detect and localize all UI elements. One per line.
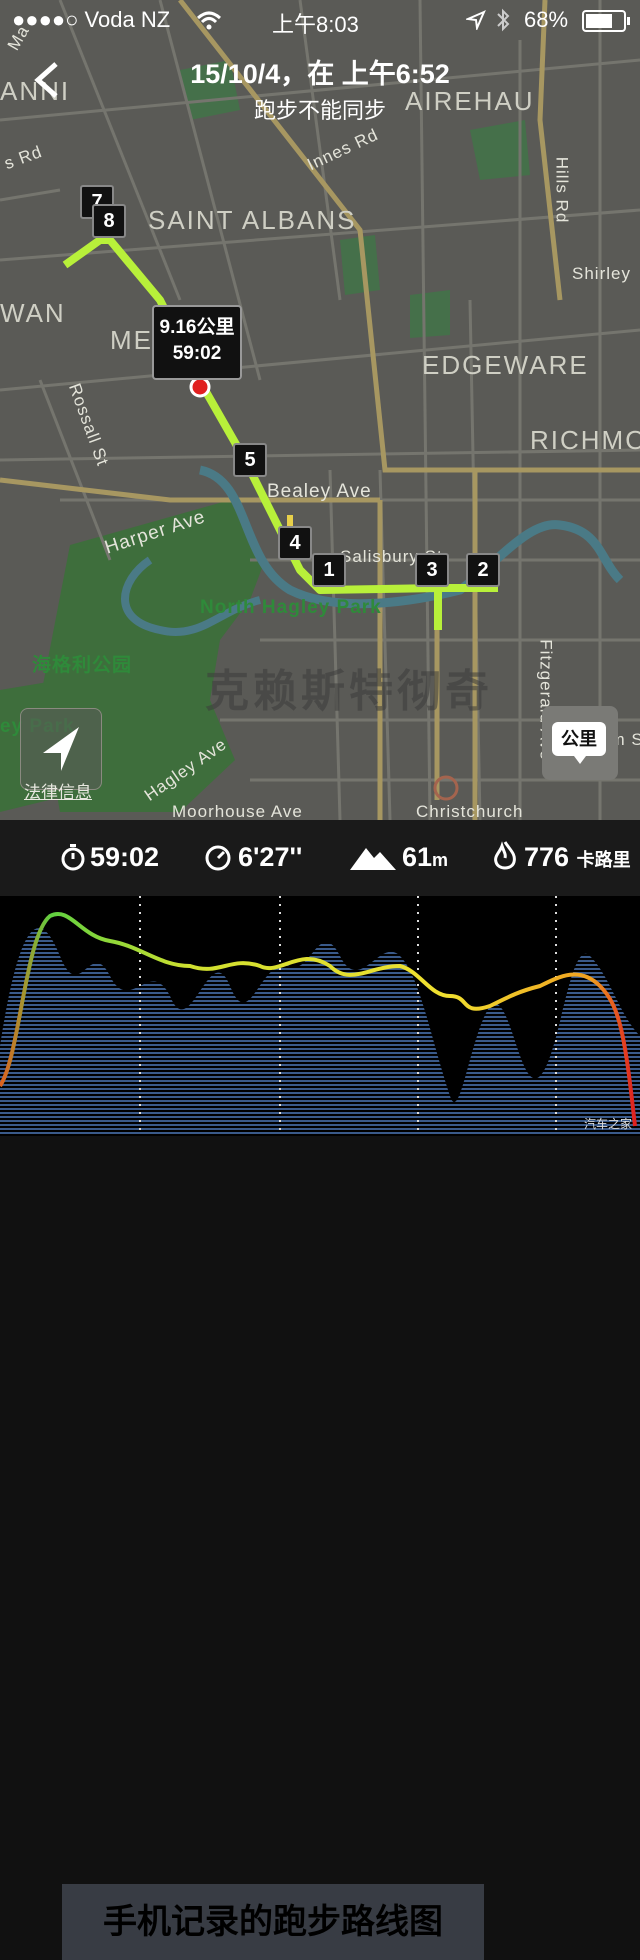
split-marker-2[interactable]: 2 — [466, 553, 500, 587]
calories-value: 776 — [524, 842, 570, 872]
battery-percent: 68% — [524, 7, 569, 32]
park-north-hagley: North Hagley Park — [200, 597, 382, 618]
mountain-icon — [350, 848, 396, 870]
location-arrow-icon — [43, 727, 79, 771]
city-watermark: 克赖斯特彻奇 — [205, 667, 493, 716]
site-watermark: 汽车之家 — [583, 1117, 632, 1131]
stat-calories: 776 卡路里 — [524, 842, 631, 873]
pace-gauge-icon — [205, 845, 231, 871]
district-richmond: RICHMO — [530, 425, 640, 455]
wifi-icon — [196, 11, 222, 30]
stat-pace: 6'27'' — [238, 842, 303, 872]
pace-elevation-chart[interactable]: 手机记录的跑步路线图 汽车之家 — [0, 896, 640, 1960]
status-bar: ●●●●○ Voda NZ 上午8:03 68% — [0, 0, 640, 40]
unit-toggle-button[interactable]: 公里 — [542, 706, 618, 780]
street-shirley: Shirley — [572, 264, 631, 283]
park-area-small — [410, 290, 450, 338]
street-moorhouse-ave: Moorhouse Ave — [172, 802, 303, 820]
sync-status: 跑步不能同步 — [253, 98, 386, 123]
district-edgeware: EDGEWARE — [422, 350, 589, 380]
clock: 上午8:03 — [272, 12, 359, 37]
flame-icon — [494, 841, 516, 870]
elevation-unit: m — [432, 850, 449, 870]
finish-callout: 9.16公里 59:02 — [152, 305, 242, 380]
callout-distance: 9.16公里 — [159, 317, 235, 338]
callout-duration: 59:02 — [172, 343, 222, 364]
end-point — [189, 376, 211, 398]
stat-elevation: 61m — [402, 842, 448, 873]
elevation-value: 61 — [402, 842, 433, 872]
legal-link[interactable]: 法律信息 — [24, 778, 92, 803]
bluetooth-icon — [497, 8, 510, 32]
district-wan: WAN — [0, 298, 66, 328]
battery-icon — [582, 10, 630, 32]
split-marker-4[interactable]: 4 — [278, 526, 312, 560]
split-marker-5[interactable]: 5 — [233, 443, 267, 477]
split-marker-3[interactable]: 3 — [415, 553, 449, 587]
street-bealey-ave: Bealey Ave — [267, 481, 372, 502]
park-hagley-cn: 海格利公园 — [32, 655, 133, 676]
chart-canvas — [0, 896, 640, 1136]
chart-caption: 手机记录的跑步路线图 — [62, 1884, 484, 1960]
title-bar: 15/10/4，在 上午6:52 跑步不能同步 — [0, 52, 640, 125]
stats-bar: 59:02 6'27'' 61m 776 卡路里 — [0, 820, 640, 896]
district-saint-albans: SAINT ALBANS — [148, 205, 357, 235]
street-hills-rd: Hills Rd — [552, 156, 572, 224]
district-me: ME — [110, 325, 153, 355]
location-services-icon — [466, 10, 486, 30]
stat-duration: 59:02 — [90, 842, 160, 872]
stopwatch-icon — [61, 844, 85, 871]
calories-unit: 卡路里 — [576, 850, 631, 870]
label-christchurch: Christchurch — [416, 802, 524, 820]
split-marker-1[interactable]: 1 — [312, 553, 346, 587]
split-marker-8[interactable]: 8 — [92, 204, 126, 238]
carrier-label: ●●●●○ Voda NZ — [12, 7, 171, 32]
speech-tail-icon — [574, 756, 586, 764]
run-date-title: 15/10/4，在 上午6:52 — [190, 59, 450, 89]
